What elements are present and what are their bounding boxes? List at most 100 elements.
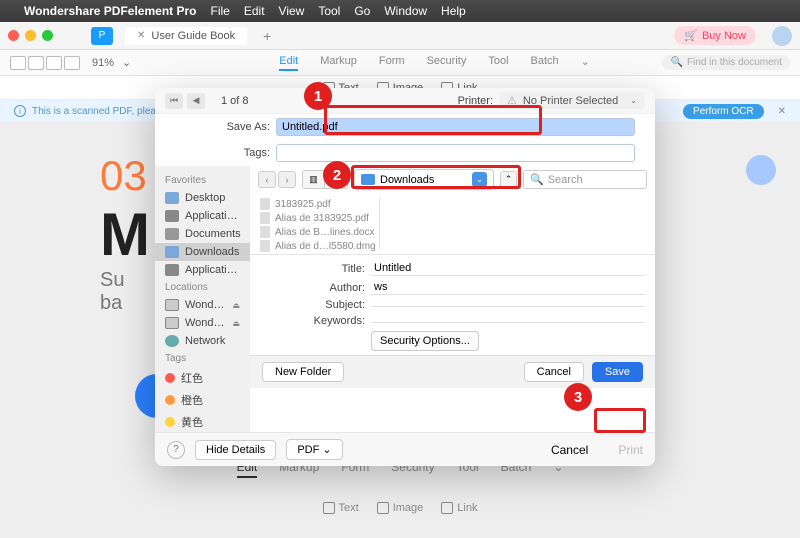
tab-form[interactable]: Form <box>379 55 405 71</box>
list-item[interactable]: 3183925.pdf <box>260 197 379 211</box>
list-item[interactable]: Alias de B…lines.docx <box>260 225 379 239</box>
subject-input[interactable] <box>371 304 645 307</box>
chevron-down-icon: ⌄ <box>630 96 637 105</box>
author-label: Author: <box>250 282 365 294</box>
pdf-menu-button[interactable]: PDF ⌄ <box>286 439 342 460</box>
file-icon <box>260 240 270 252</box>
location-combo[interactable]: Downloads⌄ <box>354 169 494 190</box>
tab-batch[interactable]: Batch <box>531 55 559 71</box>
view-toolbar: 91% ⌄ Edit Markup Form Security Tool Batc… <box>0 50 800 76</box>
folder-icon <box>361 174 375 185</box>
security-options-button[interactable]: Security Options... <box>371 331 479 351</box>
buy-now-button[interactable]: 🛒 Buy Now <box>674 26 756 45</box>
collapse-button[interactable]: ⌃ <box>500 171 517 188</box>
print-button: Print <box>618 443 643 457</box>
window-controls[interactable] <box>8 30 53 41</box>
nav-buttons[interactable]: ‹› <box>258 171 296 188</box>
printer-select[interactable]: ⚠No Printer Selected⌄ <box>499 92 645 109</box>
search-input[interactable]: 🔍 Find in this document <box>662 55 790 70</box>
sidebar-item-applications2[interactable]: Applicati… <box>155 261 250 279</box>
page-count: 1 of 8 <box>221 95 249 107</box>
page-nav[interactable]: ⏮◀ <box>165 93 205 109</box>
close-icon[interactable]: ✕ <box>778 106 786 117</box>
list-item[interactable]: Alias de 3183925.pdf <box>260 211 379 225</box>
tags-label: Tags: <box>155 147 270 159</box>
new-folder-button[interactable]: New Folder <box>262 362 344 382</box>
menu-go[interactable]: Go <box>354 4 370 18</box>
search-input[interactable]: 🔍 Search <box>523 170 647 189</box>
title-input[interactable]: Untitled <box>371 261 645 276</box>
printer-label: Printer: <box>458 95 493 107</box>
chevron-down-icon: ⌄ <box>472 172 487 187</box>
file-icon <box>260 212 270 224</box>
tab-edit[interactable]: Edit <box>279 55 298 71</box>
badge-2: 2 <box>323 161 351 189</box>
sidebar-item-downloads[interactable]: Downloads <box>155 243 250 261</box>
tool-text[interactable]: Text <box>323 502 359 514</box>
tag-yellow[interactable]: 黄色 <box>155 411 250 432</box>
tag-orange[interactable]: 橙色 <box>155 389 250 411</box>
menu-view[interactable]: View <box>279 4 305 18</box>
sidebar-item-disk1[interactable]: Wond…⏏ <box>155 296 250 314</box>
eject-icon[interactable]: ⏏ <box>232 319 240 328</box>
file-icon <box>260 198 270 210</box>
document-tab[interactable]: ✕ User Guide Book <box>125 27 247 45</box>
tool-link[interactable]: Link <box>441 502 477 514</box>
save-as-label: Save As: <box>155 121 270 133</box>
menu-tool[interactable]: Tool <box>318 4 340 18</box>
tag-dot-icon <box>165 395 175 405</box>
menu-help[interactable]: Help <box>441 4 466 18</box>
perform-ocr-button[interactable]: Perform OCR <box>683 104 764 119</box>
tab-tool[interactable]: Tool <box>488 55 508 71</box>
back-icon: ‹ <box>258 171 276 188</box>
app-icon[interactable]: P <box>91 27 113 45</box>
help-icon[interactable]: ? <box>167 441 185 459</box>
zoom-level[interactable]: 91% <box>92 57 114 69</box>
image-icon <box>377 502 389 514</box>
badge-1: 1 <box>304 82 332 110</box>
subject-label: Subject: <box>250 299 365 311</box>
cancel-button[interactable]: Cancel <box>551 443 588 457</box>
tag-red[interactable]: 红色 <box>155 367 250 389</box>
tag-dot-icon <box>165 417 175 427</box>
file-browser[interactable]: 3183925.pdf Alias de 3183925.pdf Alias d… <box>250 193 655 255</box>
sidebar-item-desktop[interactable]: Desktop <box>155 189 250 207</box>
tags-input[interactable] <box>276 144 635 162</box>
location-toolbar: ‹› ▥⌄ Downloads⌄ ⌃ 🔍 Search <box>250 166 655 193</box>
avatar[interactable] <box>772 26 792 46</box>
save-as-input[interactable] <box>276 118 635 136</box>
tab-markup[interactable]: Markup <box>320 55 357 71</box>
menu-file[interactable]: File <box>211 4 230 18</box>
save-button[interactable]: Save <box>592 362 643 382</box>
keywords-input[interactable] <box>371 320 645 323</box>
favorites-header: Favorites <box>155 172 250 189</box>
view-mode-buttons[interactable] <box>10 56 80 70</box>
cancel-button[interactable]: Cancel <box>524 362 584 382</box>
close-icon[interactable]: ✕ <box>137 30 145 41</box>
folder-icon <box>165 246 179 258</box>
hide-details-button[interactable]: Hide Details <box>195 440 276 460</box>
tag-dot-icon <box>165 373 175 383</box>
tab-security[interactable]: Security <box>427 55 467 71</box>
disk-icon <box>165 317 179 329</box>
app-name[interactable]: Wondershare PDFelement Pro <box>24 4 197 18</box>
keywords-label: Keywords: <box>250 315 365 327</box>
author-input[interactable]: ws <box>371 280 645 295</box>
chevron-down-icon[interactable]: ⌄ <box>581 55 590 71</box>
sidebar-item-disk2[interactable]: Wond…⏏ <box>155 314 250 332</box>
sidebar-item-applications[interactable]: Applicati… <box>155 207 250 225</box>
sidebar-item-documents[interactable]: Documents <box>155 225 250 243</box>
floating-help[interactable] <box>746 155 776 185</box>
tool-image[interactable]: Image <box>377 502 424 514</box>
menu-window[interactable]: Window <box>384 4 427 18</box>
list-item[interactable]: Alias de d…l5580.dmg <box>260 239 379 253</box>
sidebar-item-network[interactable]: Network <box>155 332 250 350</box>
dialog-buttons: New Folder Cancel Save <box>250 355 655 388</box>
first-icon: ⏮ <box>165 93 183 109</box>
menu-edit[interactable]: Edit <box>244 4 265 18</box>
doc-icon <box>165 228 179 240</box>
eject-icon[interactable]: ⏏ <box>232 301 240 310</box>
chevron-down-icon[interactable]: ⌄ <box>122 56 131 69</box>
metadata-section: Title:Untitled Author:ws Subject: Keywor… <box>250 255 655 355</box>
new-tab-button[interactable]: + <box>263 28 271 44</box>
